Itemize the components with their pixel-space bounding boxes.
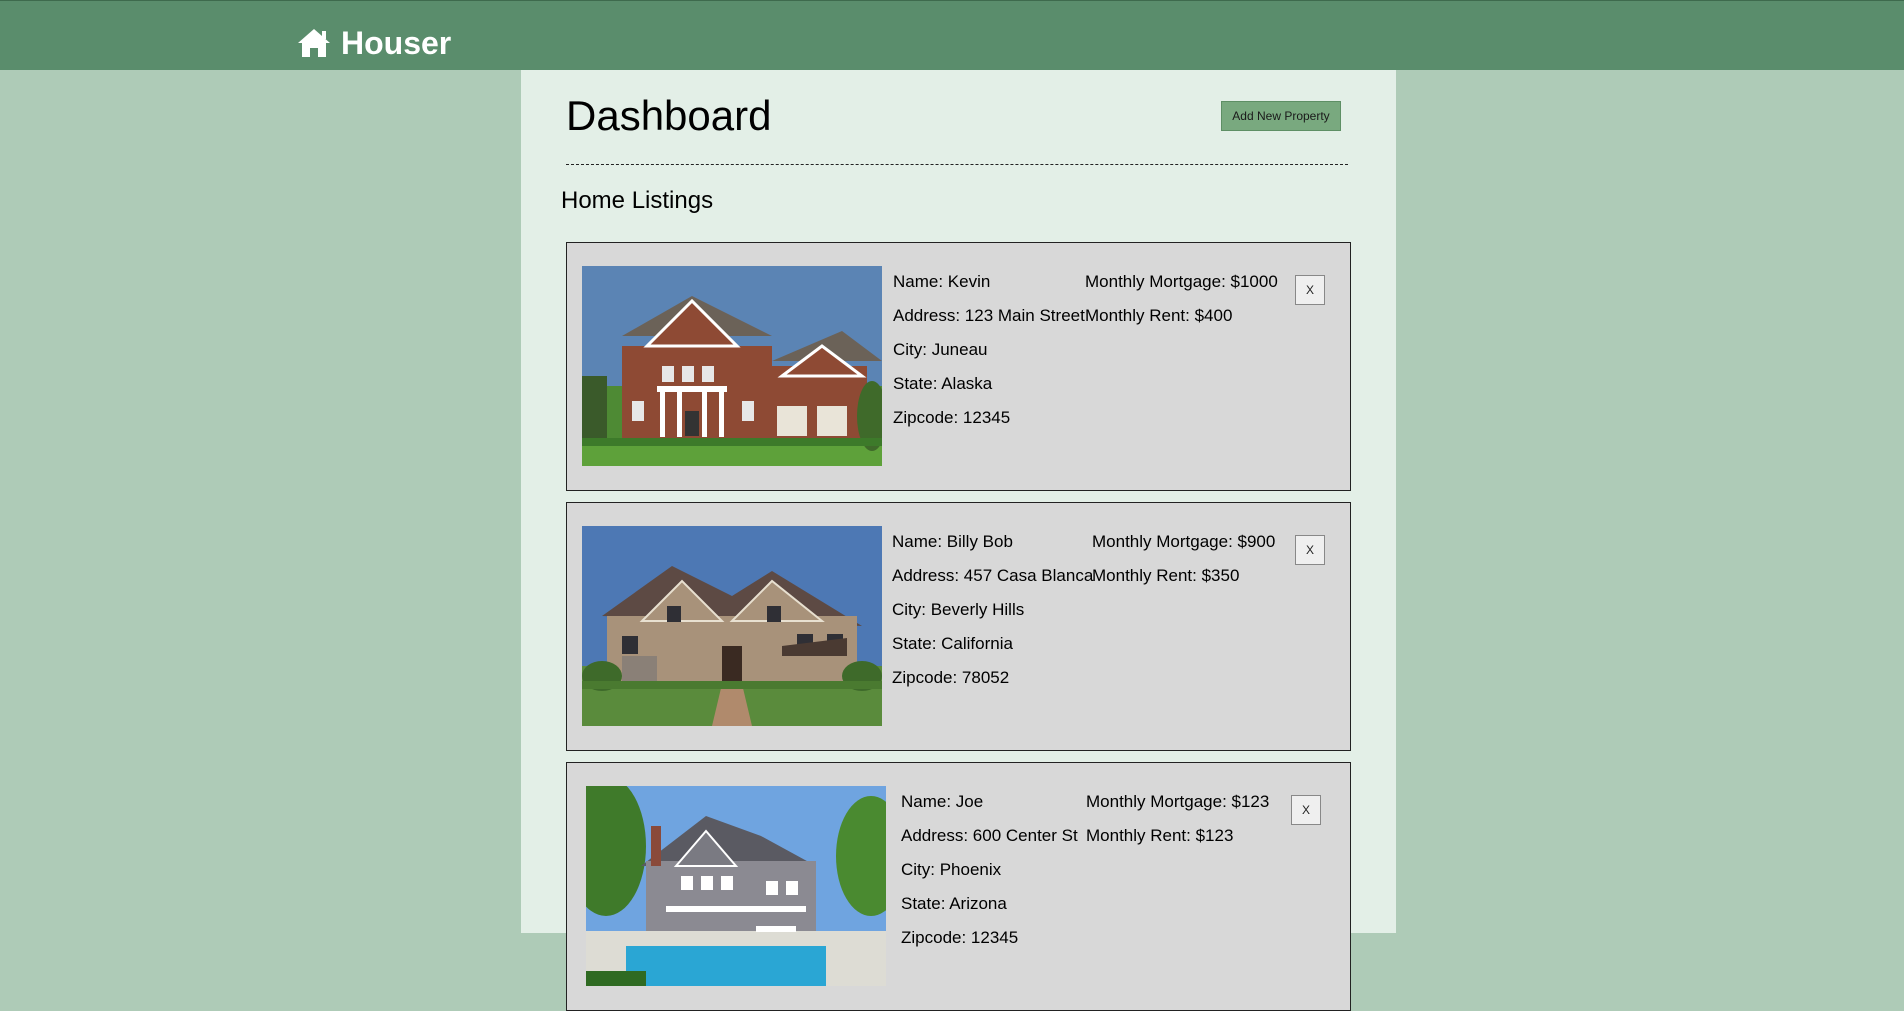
listing-details: Name: Kevin Address: 123 Main Street Cit… (893, 272, 1085, 442)
listing-address: Address: 457 Casa Blanca (892, 566, 1094, 585)
brand-logo[interactable]: Houser (296, 23, 451, 63)
listing-finances: Monthly Mortgage: $1000 Monthly Rent: $4… (1085, 272, 1278, 340)
listing-zipcode: Zipcode: 12345 (901, 928, 1019, 947)
listing-zipcode: Zipcode: 12345 (893, 408, 1011, 427)
listing-name: Name: Kevin (893, 272, 991, 291)
listing-address: Address: 123 Main Street (893, 306, 1085, 325)
listing-state: State: California (892, 634, 1013, 653)
delete-listing-button[interactable]: X (1295, 275, 1325, 305)
listing-zipcode: Zipcode: 78052 (892, 668, 1010, 687)
listing-rent: Monthly Rent: $350 (1092, 566, 1240, 585)
stone-two-story-house-photo (582, 526, 882, 726)
delete-listing-button[interactable]: X (1291, 795, 1321, 825)
brick-colonial-house-photo (582, 266, 882, 466)
listing-rent: Monthly Rent: $123 (1086, 826, 1234, 845)
page-title: Dashboard (566, 92, 772, 139)
listing-details: Name: Joe Address: 600 Center St City: P… (901, 792, 1078, 962)
listing-address: Address: 600 Center St (901, 826, 1078, 845)
listing-rent: Monthly Rent: $400 (1085, 306, 1233, 325)
listing-card: Name: Joe Address: 600 Center St City: P… (566, 762, 1351, 1011)
listing-state: State: Arizona (901, 894, 1007, 913)
listing-finances: Monthly Mortgage: $123 Monthly Rent: $12… (1086, 792, 1269, 860)
top-navigation-bar: Houser (0, 0, 1904, 70)
brand-name: Houser (341, 25, 452, 61)
listing-city: City: Juneau (893, 340, 988, 359)
listing-name: Name: Billy Bob (892, 532, 1013, 551)
listing-finances: Monthly Mortgage: $900 Monthly Rent: $35… (1092, 532, 1275, 600)
listing-card: Name: Billy Bob Address: 457 Casa Blanca… (566, 502, 1351, 751)
add-new-property-button[interactable]: Add New Property (1221, 101, 1341, 131)
listing-city: City: Phoenix (901, 860, 1002, 879)
listing-details: Name: Billy Bob Address: 457 Casa Blanca… (892, 532, 1093, 702)
shingle-house-with-pool-photo (586, 786, 886, 986)
listing-city: City: Beverly Hills (892, 600, 1025, 619)
listing-name: Name: Joe (901, 792, 984, 811)
listing-state: State: Alaska (893, 374, 993, 393)
listing-mortgage: Monthly Mortgage: $900 (1092, 532, 1276, 551)
listing-card: Name: Kevin Address: 123 Main Street Cit… (566, 242, 1351, 491)
divider (566, 164, 1348, 165)
listing-mortgage: Monthly Mortgage: $1000 (1085, 272, 1278, 291)
listing-mortgage: Monthly Mortgage: $123 (1086, 792, 1270, 811)
section-title: Home Listings (561, 187, 714, 214)
dashboard-panel: Dashboard Add New Property Home Listings (521, 70, 1396, 1011)
home-icon (296, 27, 332, 59)
delete-listing-button[interactable]: X (1295, 535, 1325, 565)
